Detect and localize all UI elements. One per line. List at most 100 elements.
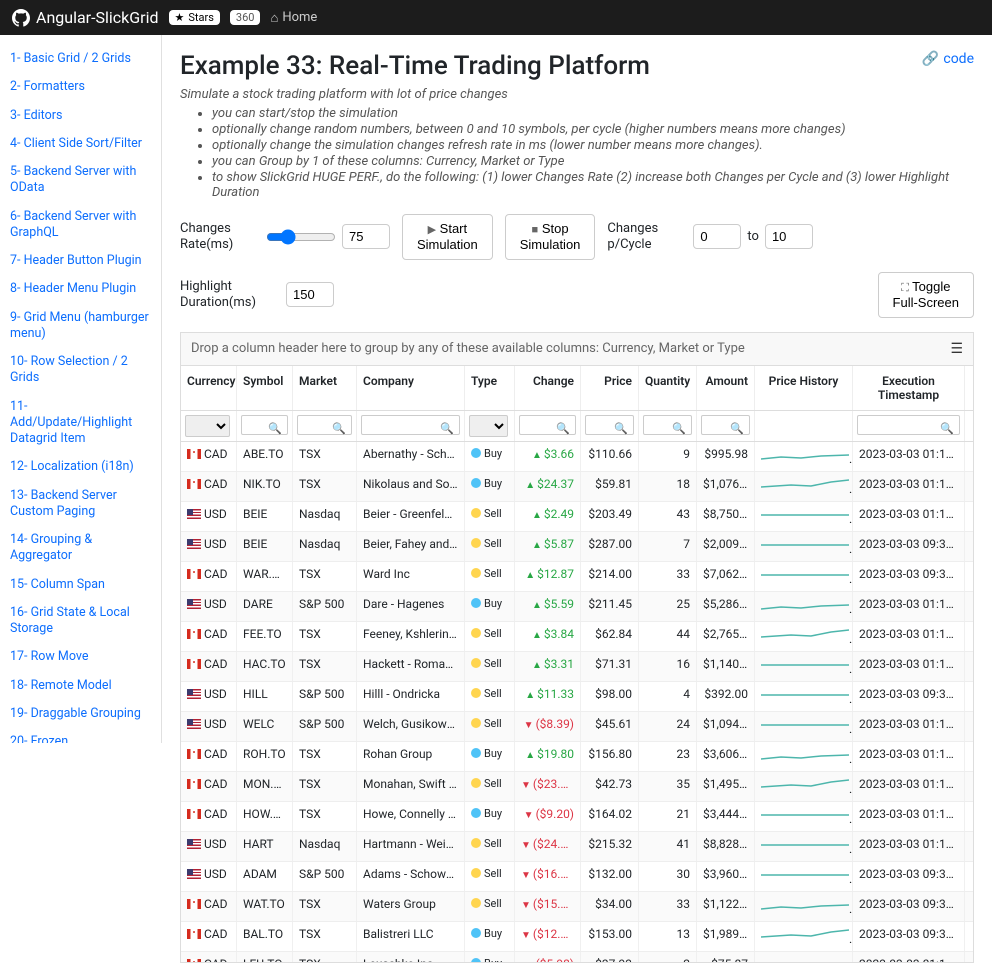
- table-row[interactable]: CAD WAT.TO TSX Waters Group Sell ▼($15.6…: [181, 892, 973, 922]
- table-row[interactable]: CAD LEU.TO TSX Leuschke Inc Buy ▼($5.98)…: [181, 952, 973, 962]
- filter-type[interactable]: [469, 415, 508, 437]
- header-type[interactable]: Type: [465, 366, 515, 410]
- table-row[interactable]: USD HART Nasdaq Hartmann - Weissnat Sell…: [181, 832, 973, 862]
- cycle-from-input[interactable]: [693, 224, 741, 249]
- table-row[interactable]: CAD NIK.TO TSX Nikolaus and Sons Buy ▲$2…: [181, 472, 973, 502]
- sidebar-item[interactable]: 12- Localization (i18n): [0, 453, 161, 481]
- table-row[interactable]: USD WELC S&P 500 Welch, Gusikowski and..…: [181, 712, 973, 742]
- sparkline-icon: [761, 687, 849, 703]
- flag-icon: [187, 449, 201, 459]
- filter-price[interactable]: [585, 415, 634, 435]
- cell-price: $215.32: [581, 832, 639, 861]
- sidebar-item[interactable]: 18- Remote Model: [0, 672, 161, 700]
- header-market[interactable]: Market: [293, 366, 357, 410]
- cell-market: Nasdaq: [293, 532, 357, 561]
- type-dot-icon: [471, 658, 481, 668]
- table-row[interactable]: USD ADAM S&P 500 Adams - Schowalter Sell…: [181, 862, 973, 892]
- grid-body[interactable]: CAD ABE.TO TSX Abernathy - Schroeder Buy…: [181, 442, 973, 962]
- table-row[interactable]: CAD BAL.TO TSX Balistreri LLC Buy ▼($12.…: [181, 922, 973, 952]
- cell-change: ▼($16.22): [515, 862, 581, 891]
- home-link[interactable]: ⌂ Home: [270, 10, 317, 26]
- stop-simulation-button[interactable]: ■ Stop Simulation: [505, 214, 596, 260]
- sidebar-item[interactable]: 10- Row Selection / 2 Grids: [0, 348, 161, 393]
- cell-price: $34.00: [581, 892, 639, 921]
- rate-input[interactable]: [342, 224, 390, 249]
- filter-currency[interactable]: [185, 415, 230, 437]
- header-company[interactable]: Company: [357, 366, 465, 410]
- filter-change[interactable]: [519, 415, 576, 435]
- cell-history: [755, 952, 853, 962]
- filter-market[interactable]: [297, 415, 352, 435]
- cell-company: Hilll - Ondricka: [357, 682, 465, 711]
- cell-company: Hartmann - Weissnat: [357, 832, 465, 861]
- table-row[interactable]: CAD FEE.TO TSX Feeney, Kshlerin and H...…: [181, 622, 973, 652]
- highlight-input[interactable]: [286, 282, 334, 307]
- flag-icon: [187, 689, 201, 699]
- app-logo[interactable]: Angular-SlickGrid: [12, 8, 159, 27]
- sidebar-item[interactable]: 14- Grouping & Aggregator: [0, 526, 161, 571]
- table-row[interactable]: USD HILL S&P 500 Hilll - Ondricka Sell ▲…: [181, 682, 973, 712]
- cell-price: $45.61: [581, 712, 639, 741]
- table-row[interactable]: CAD ABE.TO TSX Abernathy - Schroeder Buy…: [181, 442, 973, 472]
- sidebar-item[interactable]: 16- Grid State & Local Storage: [0, 599, 161, 644]
- rate-slider[interactable]: [266, 229, 336, 245]
- main-content: Example 33: Real-Time Trading Platform 🔗…: [162, 35, 992, 979]
- header-change[interactable]: Change: [515, 366, 581, 410]
- header-quantity[interactable]: Quantity: [639, 366, 697, 410]
- sidebar-item[interactable]: 6- Backend Server with GraphQL: [0, 203, 161, 248]
- table-row[interactable]: CAD HAC.TO TSX Hackett - Romaguera Sell …: [181, 652, 973, 682]
- arrow-icon: ▼: [521, 840, 531, 851]
- grid-menu-icon[interactable]: ☰: [950, 341, 963, 357]
- filter-company[interactable]: [361, 415, 460, 435]
- cell-symbol: ADAM: [237, 862, 293, 891]
- table-row[interactable]: USD BEIE Nasdaq Beier, Fahey and Marks S…: [181, 532, 973, 562]
- cycle-to-input[interactable]: [765, 224, 813, 249]
- filter-symbol[interactable]: [241, 415, 288, 435]
- sparkline-icon: [761, 717, 849, 733]
- header-time[interactable]: Execution Timestamp: [853, 366, 965, 410]
- cell-price: $203.49: [581, 502, 639, 531]
- sidebar-item[interactable]: 15- Column Span: [0, 571, 161, 599]
- cell-history: [755, 472, 853, 501]
- cell-change: ▼($12.79): [515, 922, 581, 951]
- sidebar-item[interactable]: 3- Editors: [0, 102, 161, 130]
- code-link[interactable]: 🔗 code: [922, 51, 974, 67]
- sidebar-item[interactable]: 8- Header Menu Plugin: [0, 275, 161, 303]
- header-history[interactable]: Price History: [755, 366, 853, 410]
- start-simulation-button[interactable]: ▶ Start Simulation: [402, 214, 493, 260]
- sidebar-item[interactable]: 4- Client Side Sort/Filter: [0, 130, 161, 158]
- cell-time: 2023-03-03 09:30:0...: [853, 532, 965, 561]
- group-drop-zone[interactable]: Drop a column header here to group by an…: [180, 332, 974, 366]
- header-currency[interactable]: Currency: [181, 366, 237, 410]
- sidebar-item[interactable]: 5- Backend Server with OData: [0, 158, 161, 203]
- sidebar-item[interactable]: 13- Backend Server Custom Paging: [0, 482, 161, 527]
- github-stars-badge[interactable]: ★ Stars: [169, 10, 220, 25]
- sidebar-item[interactable]: 7- Header Button Plugin: [0, 247, 161, 275]
- cell-market: S&P 500: [293, 592, 357, 621]
- sidebar-item[interactable]: 20- Frozen Columns/Rows: [0, 728, 161, 743]
- table-row[interactable]: USD BEIE Nasdaq Beier - Greenfelder Sell…: [181, 502, 973, 532]
- cell-market: TSX: [293, 652, 357, 681]
- header-price[interactable]: Price: [581, 366, 639, 410]
- cell-company: Howe, Connelly and R...: [357, 802, 465, 831]
- toggle-fullscreen-button[interactable]: ⛶ Toggle Full-Screen: [878, 272, 974, 318]
- cell-type: Sell: [465, 862, 515, 891]
- sidebar-item[interactable]: 2- Formatters: [0, 73, 161, 101]
- sidebar-item[interactable]: 19- Draggable Grouping: [0, 700, 161, 728]
- table-row[interactable]: USD DARE S&P 500 Dare - Hagenes Buy ▲$5.…: [181, 592, 973, 622]
- cell-type: Buy: [465, 742, 515, 771]
- sidebar-item[interactable]: 9- Grid Menu (hamburger menu): [0, 304, 161, 349]
- header-amount[interactable]: Amount: [697, 366, 755, 410]
- filter-time[interactable]: [857, 415, 960, 435]
- table-row[interactable]: CAD WAR.TO TSX Ward Inc Sell ▲$12.87 $21…: [181, 562, 973, 592]
- table-row[interactable]: CAD HOW.TO TSX Howe, Connelly and R... B…: [181, 802, 973, 832]
- sidebar-item[interactable]: 17- Row Move: [0, 643, 161, 671]
- filter-quantity[interactable]: [643, 415, 692, 435]
- sidebar-item[interactable]: 11- Add/Update/Highlight Datagrid Item: [0, 393, 161, 454]
- header-symbol[interactable]: Symbol: [237, 366, 293, 410]
- cell-company: Leuschke Inc: [357, 952, 465, 962]
- filter-amount[interactable]: [701, 415, 750, 435]
- table-row[interactable]: CAD MON.TO TSX Monahan, Swift and Wit...…: [181, 772, 973, 802]
- sidebar-item[interactable]: 1- Basic Grid / 2 Grids: [0, 45, 161, 73]
- table-row[interactable]: CAD ROH.TO TSX Rohan Group Buy ▲$19.80 $…: [181, 742, 973, 772]
